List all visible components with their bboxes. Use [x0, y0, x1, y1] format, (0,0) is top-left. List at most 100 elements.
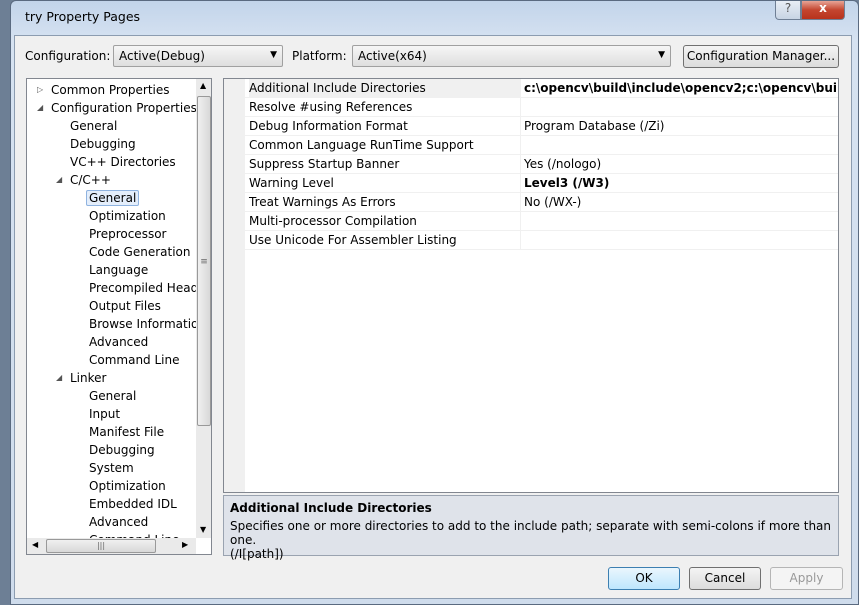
scroll-up-icon[interactable]: ▲	[200, 81, 206, 90]
tree-item[interactable]: System	[89, 459, 134, 477]
property-row[interactable]: Additional Include Directories c:\opencv\…	[245, 79, 838, 98]
window-title: try Property Pages	[25, 9, 141, 24]
scroll-left-icon[interactable]: ◀	[32, 540, 38, 549]
configuration-value: Active(Debug)	[119, 49, 205, 63]
apply-button[interactable]: Apply	[770, 567, 843, 590]
tree-item[interactable]: ▷ Common Properties	[37, 81, 170, 99]
description-panel: Additional Include Directories Specifies…	[223, 495, 839, 561]
property-value[interactable]: Yes (/nologo)	[524, 155, 601, 173]
close-button[interactable]: x	[801, 1, 845, 20]
tree-item-label: Configuration Properties	[51, 101, 197, 115]
property-value[interactable]: Level3 (/W3)	[524, 174, 609, 192]
tree-item[interactable]: VC++ Directories	[70, 153, 176, 171]
tree-item[interactable]: Embedded IDL	[89, 495, 177, 513]
tree-item-label: General	[89, 389, 137, 403]
collapse-triangle-icon[interactable]: ◢	[56, 171, 62, 189]
property-row[interactable]: Use Unicode For Assembler Listing	[245, 231, 838, 250]
tree-item[interactable]: ◢ C/C++	[56, 171, 111, 189]
chevron-down-icon: ▼	[270, 50, 277, 60]
help-button[interactable]: ?	[775, 1, 801, 20]
tree-item[interactable]: Debugging	[70, 135, 136, 153]
tree-item[interactable]: Advanced	[89, 333, 148, 351]
chevron-down-icon: ▼	[658, 50, 665, 60]
tree-item-label: System	[89, 461, 134, 475]
tree-item[interactable]: Preprocessor	[89, 225, 166, 243]
tree-item[interactable]: Output Files	[89, 297, 161, 315]
tree-item-label: Command Line	[89, 353, 180, 367]
platform-dropdown[interactable]: Active(x64) ▼	[352, 45, 671, 67]
tree-item[interactable]: Command Line	[89, 351, 180, 369]
tree-horizontal-scrollbar[interactable]: ◀ ||| ▶	[27, 538, 196, 554]
tree-item[interactable]: General	[70, 117, 117, 135]
property-name: Suppress Startup Banner	[249, 155, 521, 174]
tree-item[interactable]: ◢ Linker	[56, 369, 107, 387]
property-pages-window: try Property Pages ? x Configuration: Ac…	[10, 0, 859, 605]
tree-item-label: Output Files	[89, 299, 161, 313]
property-row[interactable]: Debug Information Format Program Database…	[245, 117, 838, 136]
tree-item-label: C/C++	[70, 173, 111, 187]
platform-value: Active(x64)	[358, 49, 427, 63]
tree-item-label: Preprocessor	[89, 227, 167, 241]
cancel-button[interactable]: Cancel	[689, 567, 761, 590]
tree-item[interactable]: Language	[89, 261, 148, 279]
tree-item-label: Common Properties	[51, 83, 170, 97]
property-value[interactable]: No (/WX-)	[524, 193, 581, 211]
tree-item[interactable]: Input	[89, 405, 120, 423]
description-title: Additional Include Directories	[230, 501, 432, 515]
property-name: Treat Warnings As Errors	[249, 193, 521, 212]
tree-item[interactable]: Advanced	[89, 513, 148, 531]
property-name: Warning Level	[249, 174, 521, 193]
property-name: Debug Information Format	[249, 117, 521, 136]
tree-item-label: Linker	[70, 371, 107, 385]
property-row[interactable]: Multi-processor Compilation	[245, 212, 838, 231]
tree-item[interactable]: Debugging	[89, 441, 155, 459]
tree-item[interactable]: Browse Information	[89, 315, 206, 333]
tree-item[interactable]: Manifest File	[89, 423, 164, 441]
tree-item-label: Optimization	[89, 479, 166, 493]
property-value[interactable]: Program Database (/Zi)	[524, 117, 664, 135]
property-row[interactable]: Common Language RunTime Support	[245, 136, 838, 155]
tree-item[interactable]: Optimization	[89, 207, 166, 225]
property-row[interactable]: Resolve #using References	[245, 98, 838, 117]
tree-item-label: VC++ Directories	[70, 155, 176, 169]
property-grid[interactable]: Additional Include Directories c:\opencv\…	[223, 78, 839, 493]
scroll-thumb[interactable]: ≡	[197, 96, 211, 426]
property-row[interactable]: Warning Level Level3 (/W3)	[245, 174, 838, 193]
tree-item[interactable]: ◢ Configuration Properties	[37, 99, 197, 117]
tree-item-label: Advanced	[89, 515, 149, 529]
property-row[interactable]: Suppress Startup Banner Yes (/nologo)	[245, 155, 838, 174]
expand-triangle-icon[interactable]: ▷	[37, 81, 43, 99]
tree-item[interactable]: Optimization	[89, 477, 166, 495]
tree-item-label: General	[86, 190, 140, 206]
configuration-manager-button[interactable]: Configuration Manager...	[683, 45, 839, 68]
tree-item-label: Optimization	[89, 209, 166, 223]
ok-button[interactable]: OK	[608, 567, 680, 590]
scroll-thumb[interactable]: |||	[46, 539, 156, 553]
tree-item-label: Embedded IDL	[89, 497, 177, 511]
tree-vertical-scrollbar[interactable]: ▲ ≡ ▼	[196, 79, 211, 538]
tree-item-label: Debugging	[70, 137, 136, 151]
tree-item[interactable]: Precompiled Headers	[89, 279, 212, 297]
tree-item-label: Input	[89, 407, 121, 421]
property-tree[interactable]: ▷ Common Properties ◢ Configuration Propert…	[26, 78, 212, 555]
tree-item[interactable]: Code Generation	[89, 243, 190, 261]
property-row[interactable]: Treat Warnings As Errors No (/WX-)	[245, 193, 838, 212]
scroll-down-icon[interactable]: ▼	[200, 525, 206, 534]
property-name: Multi-processor Compilation	[249, 212, 521, 231]
tree-item-label: Code Generation	[89, 245, 191, 259]
collapse-triangle-icon[interactable]: ◢	[37, 99, 43, 117]
tree-item-label: Advanced	[89, 335, 149, 349]
description-switch: (/I[path])	[230, 547, 284, 561]
property-name: Additional Include Directories	[249, 79, 521, 98]
tree-item[interactable]: General	[86, 189, 140, 207]
tree-item-label: Language	[89, 263, 149, 277]
tree-item-label: Browse Information	[89, 317, 206, 331]
tree-item-label: Debugging	[89, 443, 155, 457]
tree-item-label: Precompiled Headers	[89, 281, 212, 295]
scroll-right-icon[interactable]: ▶	[182, 540, 188, 549]
property-value[interactable]: c:\opencv\build\include\opencv2;c:\openc…	[524, 79, 838, 97]
configuration-dropdown[interactable]: Active(Debug) ▼	[113, 45, 283, 67]
tree-item-label: General	[70, 119, 118, 133]
collapse-triangle-icon[interactable]: ◢	[56, 369, 62, 387]
tree-item[interactable]: General	[89, 387, 136, 405]
